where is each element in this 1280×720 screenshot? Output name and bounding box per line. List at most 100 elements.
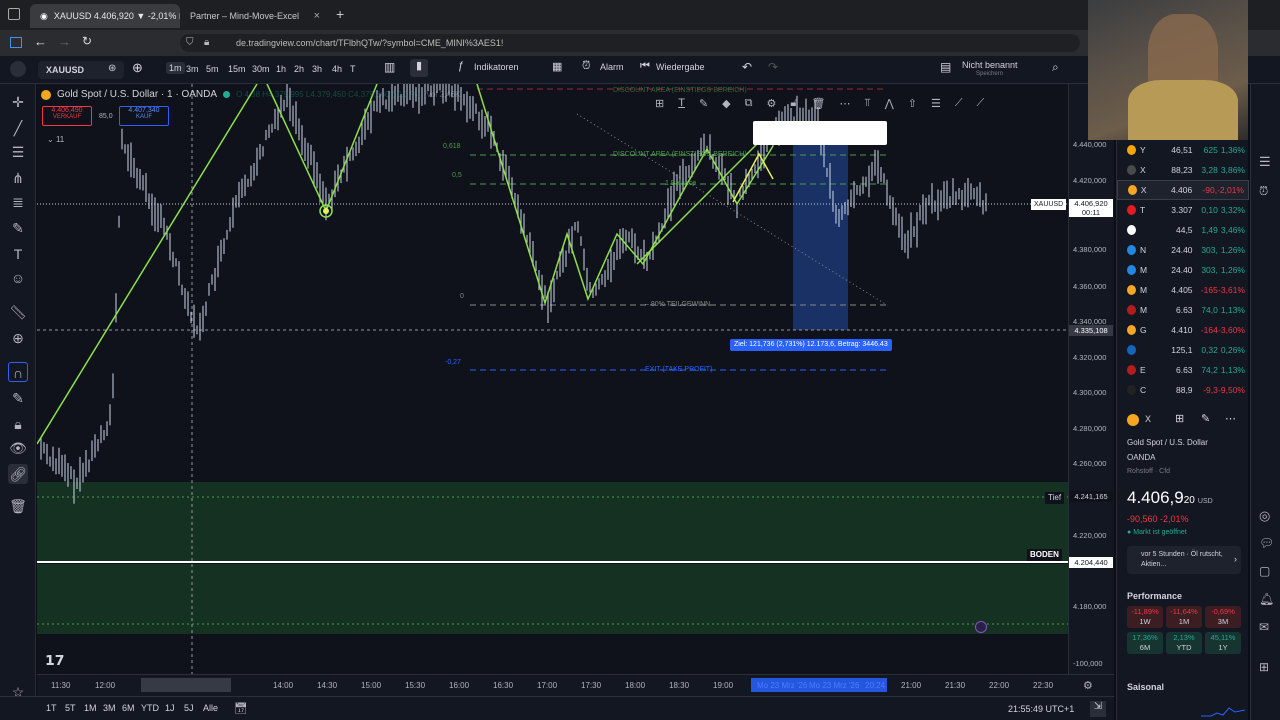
range-ytd[interactable]: YTD (141, 703, 159, 713)
horizontal-lines-icon[interactable]: ☰ (8, 142, 28, 162)
pitchfork-icon[interactable]: ⋔ (8, 168, 28, 188)
watchlist-row[interactable]: T 3.307 0,10 3,32% (1117, 200, 1249, 220)
tradingview-menu-icon[interactable] (10, 61, 26, 77)
watchlist-row[interactable]: Y 46,51 625 1,36% (1117, 140, 1249, 160)
watchlist-row[interactable]: X 88,23 3,28 3,86% (1117, 160, 1249, 180)
details-grid-icon[interactable]: ⊞ (1175, 412, 1184, 425)
alert-icon[interactable]: ⧉ (745, 97, 753, 110)
layout-name[interactable]: Nicht benannt (962, 60, 1018, 70)
indicator-toggle[interactable]: ⌄ 11 (47, 135, 64, 144)
target-icon[interactable]: ◎ (1259, 508, 1270, 524)
range-alle[interactable]: Alle (203, 703, 218, 713)
sidebar-toggle-icon[interactable] (10, 37, 22, 48)
range-1t[interactable]: 1T (46, 703, 57, 713)
pattern-icon[interactable]: ⫪ (864, 97, 870, 110)
interval-3m[interactable]: 3m (186, 64, 199, 74)
lock-icon[interactable]: 🔓︎ (790, 97, 797, 110)
range-3m[interactable]: 3M (103, 703, 116, 713)
go-to-date-icon[interactable]: 📅︎ (234, 702, 248, 715)
interval-4h[interactable]: 4h (332, 64, 342, 74)
watchlist-row[interactable]: X 4.406 -90, -2,01% (1117, 180, 1249, 200)
axis-settings-icon[interactable]: ⚙ (1083, 679, 1093, 692)
symbol-search[interactable]: XAUUSD ⊛ (38, 61, 124, 79)
range-1j[interactable]: 1J (165, 703, 175, 713)
list-icon[interactable]: ☰ (931, 97, 941, 110)
interval-1m[interactable]: 1m (166, 62, 185, 74)
tab-tradingview[interactable]: ◉ XAUUSD 4.406,920 ▼ -2,01% ⊡ × (30, 4, 180, 28)
fill-color-icon[interactable]: ◆ (722, 97, 730, 110)
new-tab-icon[interactable]: + (336, 6, 344, 22)
fib-tools-icon[interactable]: ≣ (8, 192, 28, 212)
layout-grid-icon[interactable]: ▤ (940, 60, 951, 74)
zoom-icon[interactable]: ⊕ (8, 328, 28, 348)
trendline-icon[interactable]: ╱ (8, 118, 28, 138)
chat-icon[interactable]: 💬︎ (1259, 536, 1274, 550)
stay-drawing-icon[interactable]: ✎ (8, 388, 28, 408)
close-tab-icon[interactable]: × (314, 10, 320, 22)
details-edit-icon[interactable]: ✎ (1201, 412, 1210, 425)
range-5t[interactable]: 5T (65, 703, 76, 713)
zigzag-icon[interactable]: ⋀ (885, 97, 894, 110)
lock-icon[interactable]: 🔒︎ (204, 37, 209, 48)
chart-type-icon[interactable]: ▥ (384, 60, 395, 74)
time-axis[interactable]: 11:3012:00Mo 23 Mrz '2612:5914:0014:3015… (37, 674, 1114, 696)
compare-add-icon[interactable]: ⊕ (132, 60, 143, 76)
brush-icon[interactable]: ✎ (8, 218, 28, 238)
interval-3h[interactable]: 3h (312, 64, 322, 74)
crosshair-icon[interactable]: ✛ (8, 92, 28, 112)
ruler-icon[interactable]: 📏︎ (8, 302, 28, 322)
news-card[interactable]: vor 5 Stunden · Öl rutscht, Aktien... › (1127, 546, 1241, 574)
watchlist-row[interactable]: N 24.40 303, 1,26% (1117, 240, 1249, 260)
watchlist-row[interactable]: 125,1 0,32 0,26% (1117, 340, 1249, 360)
alarm-button[interactable]: Alarm (600, 62, 624, 72)
more-icon[interactable]: ⋯ (839, 97, 850, 110)
price-chart[interactable] (37, 84, 1068, 674)
tab-partner[interactable]: Partner – Mind-Move-Excel × (180, 4, 330, 28)
sell-button[interactable]: 4.406,490 VERKAUF (42, 106, 92, 126)
details-more-icon[interactable]: ⋯ (1225, 412, 1236, 425)
brush-line-icon[interactable]: ⟋ (977, 97, 985, 110)
template-icon[interactable]: ⊞ (655, 97, 664, 110)
alerts-icon[interactable]: ⏰︎ (1259, 184, 1268, 199)
range-1m[interactable]: 1M (84, 703, 97, 713)
maximize-icon[interactable]: ⇲ (1090, 701, 1106, 717)
watchlist-row[interactable]: G 4.410 -164 -3,60% (1117, 320, 1249, 340)
interval-2h[interactable]: 2h (294, 64, 304, 74)
notifications-icon[interactable]: 🔔︎ (1259, 592, 1274, 606)
watchlist-row[interactable]: 44,5 1,49 3,46% (1117, 220, 1249, 240)
candles-icon[interactable]: ▮ (410, 59, 428, 77)
replay-button[interactable]: Wiedergabe (656, 62, 705, 72)
back-icon[interactable]: ← (34, 34, 47, 49)
redo-icon[interactable]: ↷ (768, 60, 778, 74)
news-chevron-icon[interactable]: › (1234, 554, 1237, 564)
interval-5m[interactable]: 5m (206, 64, 219, 74)
reload-icon[interactable]: ↻ (82, 34, 92, 48)
arrow-up-icon[interactable]: ⇧ (908, 97, 917, 110)
watchlist-row[interactable]: E 6.63 74,2 1,13% (1117, 360, 1249, 380)
lock-drawings-icon[interactable]: 🔒︎ (8, 414, 28, 434)
text-tool-icon[interactable]: T (8, 244, 28, 264)
range-5j[interactable]: 5J (184, 703, 194, 713)
shield-icon[interactable]: ⛉ (186, 37, 194, 48)
watchlist-row[interactable]: M 4.405 -165 -3,61% (1117, 280, 1249, 300)
delete-icon[interactable]: 🗑︎ (812, 97, 826, 110)
watchlist-row[interactable]: C 88,9 -9,3 -9,50% (1117, 380, 1249, 400)
line-color-icon[interactable]: ✎ (699, 97, 708, 110)
annotation-text-box[interactable] (753, 121, 887, 145)
ruler-line-icon[interactable]: ⟋ (955, 97, 963, 110)
indicators-icon[interactable]: ƒ (458, 60, 464, 72)
chart-pane[interactable]: Gold Spot / U.S. Dollar · 1 · OANDA O 4.… (37, 84, 1068, 674)
indicators-button[interactable]: Indikatoren (474, 62, 519, 72)
interval-1h[interactable]: 1h (276, 64, 286, 74)
search-icon[interactable]: ⌕ (1052, 60, 1059, 75)
window-menu-icon[interactable] (8, 8, 20, 20)
url-field[interactable]: de.tradingview.com/chart/TFlbhQTw/?symbo… (180, 34, 1080, 52)
price-axis[interactable]: 4.440,000 4.420,000 4.380,000 4.360,000 4.34… (1068, 84, 1114, 674)
replay-icon[interactable]: ⏮︎ (640, 60, 650, 73)
messages-icon[interactable]: ✉ (1259, 620, 1269, 634)
interval-15m[interactable]: 15m (228, 64, 246, 74)
interval-30m[interactable]: 30m (252, 64, 270, 74)
trash-icon[interactable]: 🗑︎ (8, 496, 28, 516)
forward-icon[interactable]: → (58, 34, 71, 49)
settings-icon[interactable]: ⚙ (767, 97, 777, 110)
